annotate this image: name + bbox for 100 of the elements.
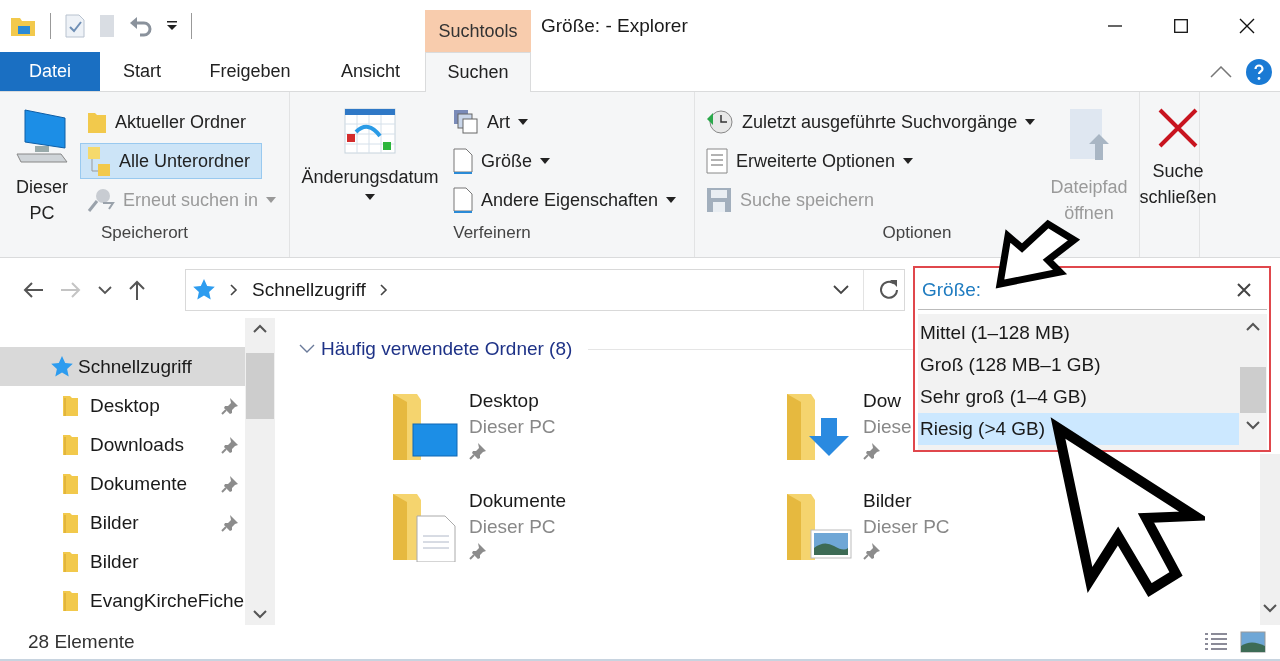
ribbon-button[interactable]: Größe — [446, 143, 684, 179]
item-count: 28 Elemente — [28, 631, 135, 653]
suggestion-item[interactable]: Mittel (1–128 MB) — [918, 317, 1239, 349]
clock-icon — [706, 109, 734, 135]
scrollbar-thumb[interactable] — [1240, 367, 1266, 413]
caret-icon — [266, 197, 277, 203]
up-icon[interactable] — [128, 279, 146, 301]
group-label: Optionen — [881, 223, 953, 245]
scrollbar[interactable] — [245, 318, 275, 625]
star-icon — [192, 278, 216, 302]
ribbon-tab[interactable]: Freigeben — [184, 52, 316, 91]
scroll-up-icon[interactable] — [1246, 322, 1260, 331]
caret-icon — [1025, 119, 1036, 125]
ribbon-tab[interactable]: Suchen — [425, 52, 531, 92]
maximize-icon[interactable] — [1174, 19, 1188, 33]
large-icons-view-icon[interactable] — [1240, 631, 1266, 653]
ribbon-tab[interactable]: Start — [100, 52, 184, 91]
properties-icon[interactable] — [65, 14, 85, 38]
ribbon-button[interactable]: Aktueller Ordner — [80, 104, 284, 140]
ribbon-button[interactable]: Suche schließen — [1130, 104, 1226, 221]
folder-location: Diese — [863, 416, 912, 438]
caret-icon — [666, 197, 677, 203]
collapse-chevron-icon[interactable] — [299, 344, 315, 354]
document-icon — [453, 187, 473, 213]
folder-name: Bilder — [863, 490, 913, 512]
suggestion-item[interactable]: Groß (128 MB–1 GB) — [918, 349, 1239, 381]
folder-name: Dow — [863, 390, 902, 412]
pin-icon[interactable] — [221, 513, 239, 532]
folder-tile[interactable]: Bilder Dieser PC — [785, 490, 950, 562]
folder-icon — [87, 110, 107, 134]
folder-tile[interactable]: Dow Diese — [785, 390, 912, 462]
close-icon[interactable] — [1239, 18, 1255, 34]
pin-icon[interactable] — [221, 435, 239, 454]
pin-icon[interactable] — [221, 474, 239, 493]
nav-item[interactable]: EvangKircheFiche — [0, 581, 245, 620]
ribbon-button[interactable]: Zuletzt ausgeführte Suchvorgänge — [699, 104, 1043, 140]
ribbon-button[interactable]: Erweiterte Optionen — [699, 143, 1043, 179]
group-label: Speicherort — [100, 223, 189, 245]
breadcrumb[interactable]: Schnellzugriff — [252, 279, 366, 301]
address-bar[interactable]: Schnellzugriff — [185, 269, 905, 311]
customize-caret-icon[interactable] — [167, 21, 177, 31]
ribbon-tab[interactable]: Datei — [0, 52, 100, 91]
close-icon — [1158, 108, 1198, 148]
back-icon[interactable] — [22, 281, 44, 299]
undo-icon[interactable] — [129, 14, 153, 38]
caret-icon — [518, 119, 528, 125]
caret-icon — [365, 194, 375, 200]
ribbon-tab[interactable]: Ansicht — [316, 52, 425, 91]
details-view-icon[interactable] — [1204, 632, 1228, 652]
chevron-right-icon — [379, 284, 388, 296]
folder-location: Dieser PC — [469, 516, 557, 538]
folder-name: Desktop — [469, 390, 540, 412]
suggestion-item[interactable]: Riesig (>4 GB) — [918, 413, 1239, 445]
help-icon[interactable] — [1246, 58, 1272, 85]
windows-icon — [453, 109, 479, 135]
scrollbar[interactable] — [1260, 454, 1280, 625]
document-icon — [453, 148, 473, 174]
caret-icon — [540, 158, 550, 164]
suggestion-item[interactable]: Sehr groß (1–4 GB) — [918, 381, 1239, 413]
folder-tile[interactable]: Desktop Dieser PC — [391, 390, 556, 462]
scrollbar-thumb[interactable] — [246, 353, 274, 419]
calendar-icon — [344, 108, 396, 154]
clear-icon[interactable] — [1237, 282, 1251, 297]
nav-item[interactable]: Dokumente — [0, 464, 245, 503]
group-header[interactable]: Häufig verwendete Ordner (8) — [321, 338, 573, 360]
folder-icon[interactable] — [10, 15, 36, 37]
caret-icon — [903, 158, 914, 164]
computer-icon — [15, 108, 69, 164]
scroll-down-icon[interactable] — [1246, 421, 1260, 430]
ribbon-button[interactable]: Alle Unterordner — [80, 143, 262, 179]
folders-icon — [87, 146, 111, 176]
star-icon — [50, 354, 74, 379]
folder-location: Dieser PC — [863, 516, 950, 538]
scroll-down-icon[interactable] — [1263, 604, 1277, 613]
scroll-up-icon[interactable] — [253, 324, 267, 333]
list-icon — [706, 148, 728, 174]
nav-item[interactable]: Bilder — [0, 503, 245, 542]
nav-item[interactable]: Bilder — [0, 542, 245, 581]
collapse-ribbon-icon[interactable] — [1210, 65, 1232, 78]
save-icon — [706, 187, 732, 213]
recent-locations-icon[interactable] — [98, 285, 112, 295]
contextual-tab-header: Suchtools — [425, 10, 531, 52]
folder-tile[interactable]: Dokumente Dieser PC — [391, 490, 567, 562]
pin-icon[interactable] — [221, 396, 239, 415]
folder-location: Dieser PC — [469, 416, 556, 438]
group-label: Verfeinern — [452, 223, 532, 245]
folder-name: Dokumente — [469, 490, 567, 512]
window-title: Größe: - Explorer — [540, 15, 689, 37]
ribbon-button[interactable]: Art — [446, 104, 684, 140]
nav-item[interactable]: Downloads — [0, 425, 245, 464]
nav-item[interactable]: Desktop — [0, 386, 245, 425]
scroll-down-icon[interactable] — [253, 610, 267, 619]
search-query: Größe: — [922, 278, 982, 301]
ribbon-button[interactable]: Dieser PC — [4, 104, 80, 221]
dropdown-chevron-icon[interactable] — [833, 285, 849, 295]
chevron-right-icon — [230, 284, 238, 296]
nav-item[interactable]: Schnellzugriff — [0, 347, 245, 386]
ribbon-button[interactable]: Andere Eigenschaften — [446, 182, 684, 218]
ribbon-button[interactable]: Änderungsdatum — [294, 104, 446, 221]
refresh-icon[interactable] — [878, 279, 900, 301]
